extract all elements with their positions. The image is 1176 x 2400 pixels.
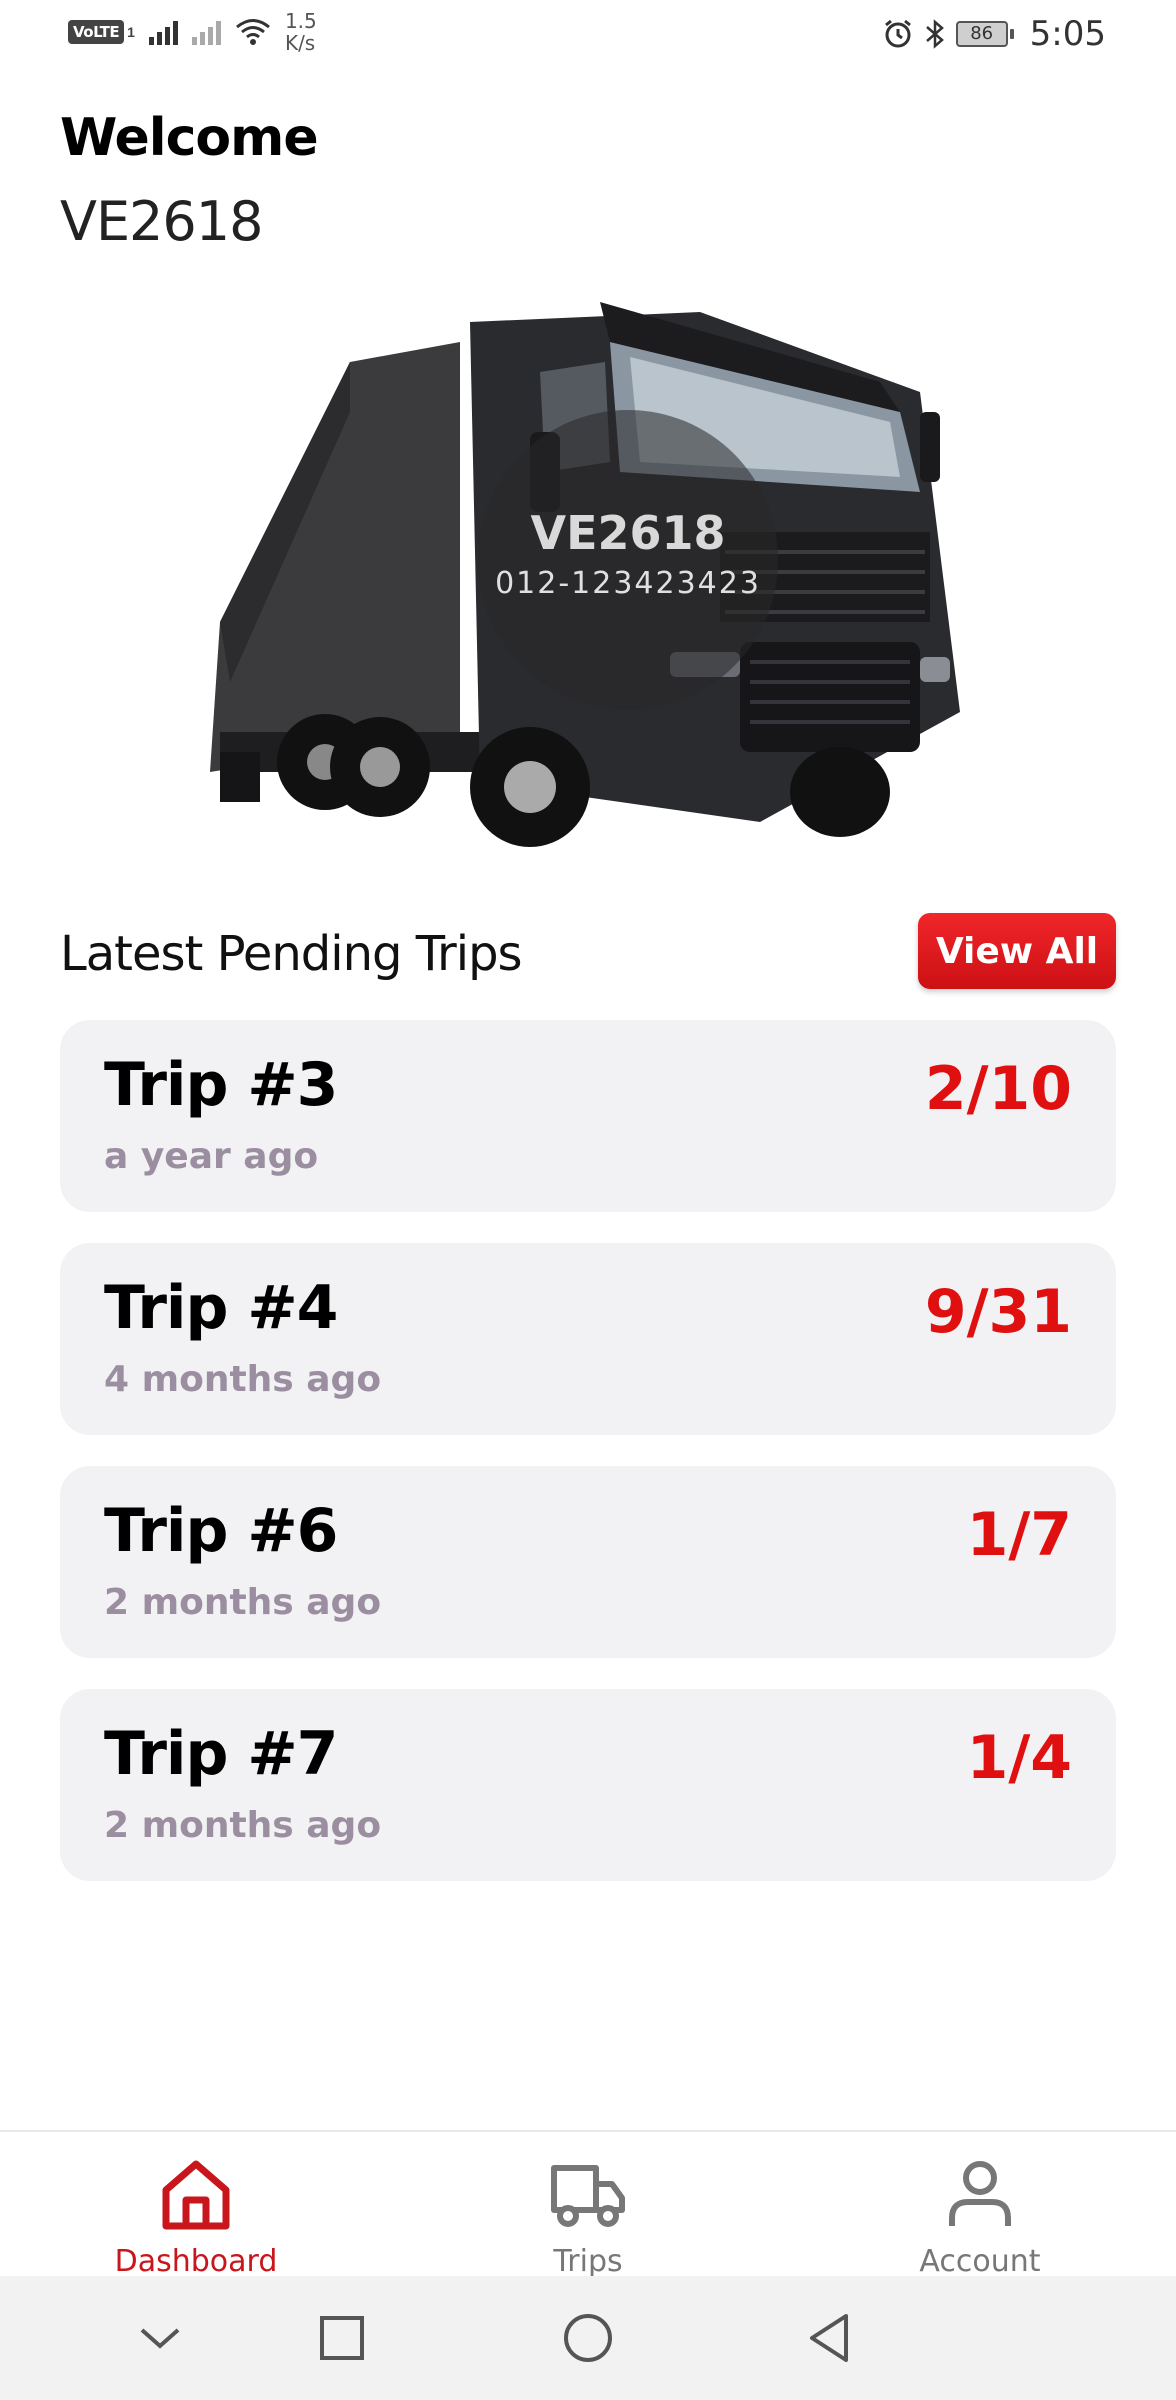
trip-time: 2 months ago — [104, 1582, 382, 1623]
status-bar-right: 86 5:05 — [882, 14, 1106, 54]
welcome-heading: Welcome — [60, 108, 319, 168]
vehicle-badge-subtitle: 012-123423423 — [495, 566, 761, 601]
wifi-icon — [236, 19, 270, 45]
network-speed: 1.5 K/s — [285, 10, 317, 54]
system-navigation-bar — [0, 2276, 1176, 2400]
trip-progress-count: 1/4 — [966, 1723, 1072, 1793]
trip-card[interactable]: Trip #7 2 months ago 1/4 — [60, 1689, 1116, 1881]
trip-name: Trip #6 — [104, 1496, 338, 1566]
latest-pending-trips-title: Latest Pending Trips — [60, 926, 523, 982]
back-icon[interactable] — [800, 2308, 860, 2368]
volte-icon: VoLTE 1 — [68, 20, 135, 44]
signal-icon — [148, 19, 178, 45]
trip-time: 2 months ago — [104, 1805, 382, 1846]
view-all-button[interactable]: View All — [918, 913, 1116, 989]
nav-item-account[interactable]: Account — [784, 2132, 1176, 2279]
battery-icon: 86 — [955, 21, 1014, 47]
nav-item-dashboard[interactable]: Dashboard — [0, 2132, 392, 2279]
status-bar-left: VoLTE 1 1.5 K/s — [68, 10, 317, 54]
vehicle-badge — [478, 410, 778, 710]
trip-progress-count: 1/7 — [966, 1500, 1072, 1570]
status-bar: VoLTE 1 1.5 K/s 86 5:05 — [0, 0, 1176, 72]
truck-icon — [551, 2165, 625, 2227]
signal-no-sim-icon — [191, 19, 221, 45]
trip-name: Trip #3 — [104, 1050, 338, 1120]
trip-card[interactable]: Trip #3 a year ago 2/10 — [60, 1020, 1116, 1212]
person-icon — [949, 2161, 1011, 2226]
sim-slot: 1 — [127, 24, 135, 40]
speed-value: 1.5 — [284, 9, 317, 33]
nav-label-dashboard: Dashboard — [114, 2244, 278, 2279]
clock: 5:05 — [1029, 14, 1106, 54]
bluetooth-icon — [925, 19, 944, 49]
speed-unit: K/s — [284, 31, 316, 55]
trip-card[interactable]: Trip #6 2 months ago 1/7 — [60, 1466, 1116, 1658]
trip-name: Trip #4 — [104, 1273, 338, 1343]
bottom-navigation: Dashboard Trips Account — [0, 2130, 1176, 2279]
battery-level: 86 — [955, 21, 1008, 47]
alarm-icon — [884, 19, 911, 48]
vehicle-badge-title: VE2618 — [530, 506, 726, 560]
trip-progress-count: 9/31 — [924, 1277, 1072, 1347]
trip-time: 4 months ago — [104, 1359, 382, 1400]
trip-time: a year ago — [104, 1136, 319, 1177]
vehicle-id: VE2618 — [60, 190, 263, 253]
chevron-down-icon[interactable] — [130, 2308, 190, 2368]
trip-progress-count: 2/10 — [924, 1054, 1072, 1124]
home-icon — [162, 2160, 230, 2230]
volte-badge: VoLTE — [68, 20, 125, 44]
nav-label-trips: Trips — [553, 2244, 623, 2279]
nav-item-trips[interactable]: Trips — [392, 2132, 784, 2279]
home-circle-icon[interactable] — [558, 2308, 618, 2368]
trip-name: Trip #7 — [104, 1719, 338, 1789]
trip-card[interactable]: Trip #4 4 months ago 9/31 — [60, 1243, 1116, 1435]
nav-label-account: Account — [919, 2244, 1041, 2279]
recents-icon[interactable] — [312, 2308, 372, 2368]
